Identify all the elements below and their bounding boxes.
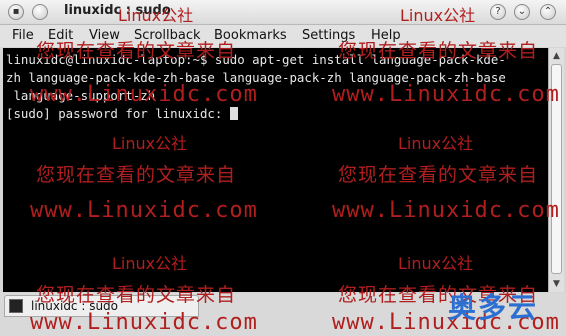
sticky-button[interactable] [32,4,48,20]
watermark-notice: 您现在查看的文章来自 [36,284,237,306]
watermark-brand: Linux公社 [118,6,194,25]
menu-file[interactable]: File [12,28,34,43]
watermark-site: www.Linuxidc.com [30,198,258,223]
watermark-notice: 您现在查看的文章来自 [338,164,539,186]
text-cursor [229,107,238,120]
maximize-button[interactable]: ⌃ [540,4,556,20]
watermark-brand: Linux公社 [398,134,474,153]
watermark-brand: Linux公社 [398,254,474,273]
watermark-site: www.Linuxidc.com [332,82,560,107]
watermark-brand: Linux公社 [112,134,188,153]
watermark-notice: 您现在查看的文章来自 [338,40,539,62]
scroll-down-arrow-icon[interactable]: ▼ [551,278,562,290]
watermark-site: www.Linuxidc.com [30,82,258,107]
terminal-icon [9,299,23,313]
minimize-button[interactable]: ⌄ [514,4,530,20]
title-bar[interactable]: ▪ linuxidc : sudo ? ⌄ ⌃ [0,0,566,25]
terminal-line: [sudo] password for linuxidc: [6,106,238,121]
watermark-brand: Linux公社 [400,6,476,25]
watermark-site: www.Linuxidc.com [30,310,258,335]
watermark-notice: 您现在查看的文章来自 [36,164,237,186]
site-logo: 奥多云 [448,291,539,324]
window-menu-icon[interactable]: ▪ [8,4,24,20]
password-prompt: [sudo] password for linuxidc: [6,106,230,121]
konsole-window: ▪ linuxidc : sudo ? ⌄ ⌃ File Edit View S… [0,0,566,336]
watermark-notice: 您现在查看的文章来自 [36,40,237,62]
watermark-brand: Linux公社 [112,254,188,273]
scroll-up-arrow-icon[interactable]: ▲ [551,50,562,62]
help-button[interactable]: ? [490,4,506,20]
watermark-site: www.Linuxidc.com [332,198,560,223]
